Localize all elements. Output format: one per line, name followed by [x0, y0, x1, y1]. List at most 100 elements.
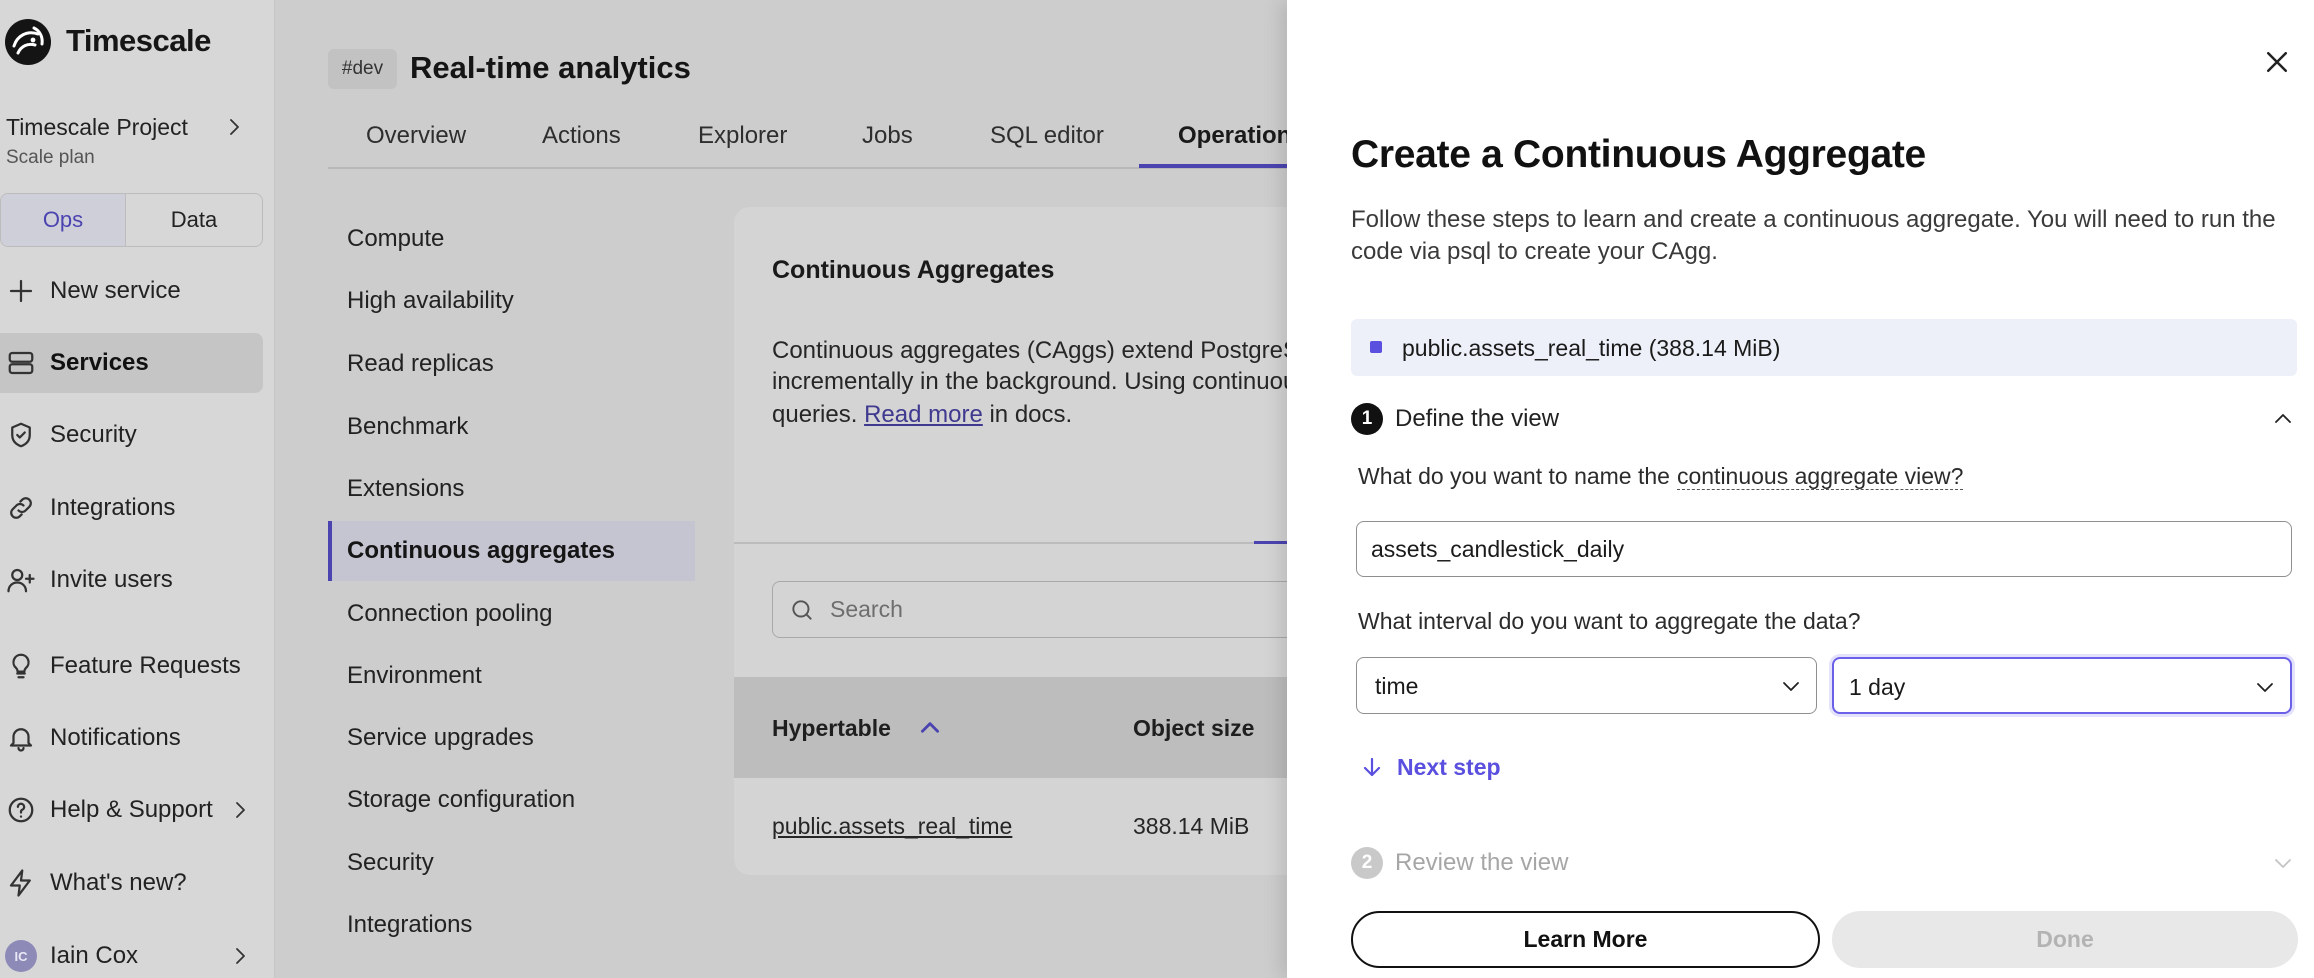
settings-item-benchmark[interactable]: Benchmark [328, 401, 695, 453]
selected-hypertable-chip: public.assets_real_time (388.14 MiB) [1351, 319, 2297, 376]
next-step-label: Next step [1397, 754, 1501, 780]
description-text: in docs. [982, 401, 1073, 428]
hypertable-link[interactable]: public.assets_real_time [772, 810, 1012, 842]
avatar: IC [5, 940, 37, 972]
sidebar-item-label: Integrations [50, 494, 176, 521]
settings-item-read-replicas[interactable]: Read replicas [328, 338, 695, 390]
chevron-up-icon [2271, 407, 2295, 431]
user-plus-icon [6, 565, 36, 595]
lightning-icon [6, 868, 36, 898]
sidebar-item-whats-new[interactable]: What's new? [0, 861, 263, 905]
sidebar-item-label: Notifications [50, 724, 181, 751]
sidebar-item-label: What's new? [50, 869, 187, 896]
read-more-link[interactable]: Read more [864, 401, 983, 428]
sidebar-item-integrations[interactable]: Integrations [0, 486, 263, 530]
card-title: Continuous Aggregates [772, 256, 1055, 284]
time-column-select[interactable]: time [1356, 657, 1817, 714]
name-question-text: What do you want to name the [1358, 463, 1670, 489]
column-header-object-size[interactable]: Object size [1133, 712, 1254, 744]
settings-item-extensions[interactable]: Extensions [328, 463, 695, 515]
toggle-data[interactable]: Data [126, 194, 262, 246]
settings-item-integrations[interactable]: Integrations [328, 899, 695, 951]
arrow-down-icon [1360, 755, 1384, 779]
sidebar-item-notifications[interactable]: Notifications [0, 716, 263, 760]
object-size-cell: 388.14 MiB [1133, 813, 1250, 839]
next-step-button[interactable]: Next step [1358, 748, 1558, 786]
sidebar-item-services[interactable]: Services [0, 333, 263, 393]
help-circle-icon [6, 795, 36, 825]
sidebar-item-label: New service [50, 277, 181, 304]
sidebar-item-help-support[interactable]: Help & Support [0, 788, 263, 832]
view-name-input[interactable] [1356, 521, 2292, 577]
step-label: Review the view [1395, 849, 1569, 876]
name-question: What do you want to name the continuous a… [1358, 460, 1964, 492]
panel-description: Follow these steps to learn and create a… [1351, 206, 2276, 265]
project-switcher[interactable]: Timescale Project Scale plan [0, 108, 263, 174]
chevron-down-icon [2253, 675, 2277, 699]
settings-item-security[interactable]: Security [328, 837, 695, 889]
bell-icon [6, 723, 36, 753]
lightbulb-icon [6, 651, 36, 681]
card-divider [734, 542, 1294, 544]
card-description-line: queries. Read more in docs. [772, 399, 1072, 431]
project-name: Timescale Project [6, 114, 188, 140]
tab-operations[interactable]: Operations [1178, 120, 1305, 152]
settings-item-compute[interactable]: Compute [328, 213, 695, 265]
hypertable-marker [1370, 341, 1382, 353]
sidebar-item-label: Services [50, 349, 149, 376]
step-number: 2 [1351, 847, 1383, 879]
chevron-right-icon [228, 798, 252, 822]
toggle-ops[interactable]: Ops [1, 194, 126, 246]
sidebar-item-label: Help & Support [50, 796, 213, 823]
chevron-right-icon [228, 944, 252, 968]
learn-more-button[interactable]: Learn More [1351, 911, 1820, 968]
sidebar-item-new-service[interactable]: New service [0, 269, 263, 313]
select-value: 1 day [1849, 674, 1906, 700]
tab-explorer[interactable]: Explorer [698, 120, 787, 152]
timescale-logo-icon[interactable] [4, 18, 52, 66]
sidebar-item-label: Security [50, 421, 137, 448]
user-menu[interactable]: IC Iain Cox [0, 934, 263, 978]
settings-item-connection-pooling[interactable]: Connection pooling [328, 588, 695, 640]
interval-select[interactable]: 1 day [1832, 657, 2292, 714]
sidebar-item-security[interactable]: Security [0, 413, 263, 457]
selected-hypertable-label: public.assets_real_time (388.14 MiB) [1402, 335, 1781, 361]
step-define-view[interactable]: 1 Define the view [1351, 395, 2297, 443]
description-text: queries. [772, 401, 865, 428]
plus-icon [6, 276, 36, 306]
sidebar-item-invite-users[interactable]: Invite users [0, 558, 263, 602]
sidebar-item-feature-requests[interactable]: Feature Requests [0, 644, 263, 688]
cagg-view-term-tooltip[interactable]: continuous aggregate view? [1676, 463, 1964, 490]
select-value: time [1375, 673, 1419, 699]
settings-item-continuous-aggregates[interactable]: Continuous aggregates [328, 521, 695, 581]
chevron-right-icon [222, 115, 246, 139]
close-icon[interactable] [2262, 47, 2292, 77]
link-icon [6, 493, 36, 523]
project-plan: Scale plan [6, 147, 95, 168]
chevron-down-icon [2271, 851, 2295, 875]
sort-ascending-icon[interactable] [917, 715, 943, 741]
settings-item-service-upgrades[interactable]: Service upgrades [328, 712, 695, 764]
ops-data-toggle: Ops Data [0, 193, 263, 247]
sidebar: Timescale Timescale Project Scale plan O… [0, 0, 275, 978]
chevron-down-icon [1779, 674, 1803, 698]
search-input[interactable] [830, 582, 1310, 636]
tab-sql-editor[interactable]: SQL editor [990, 120, 1104, 152]
user-name: Iain Cox [50, 942, 139, 969]
active-tab-indicator [1139, 164, 1299, 168]
settings-item-high-availability[interactable]: High availability [328, 275, 695, 327]
brand-name[interactable]: Timescale [66, 21, 211, 61]
done-button[interactable]: Done [1832, 911, 2298, 968]
column-header-hypertable[interactable]: Hypertable [772, 712, 891, 744]
interval-question: What interval do you want to aggregate t… [1358, 608, 1861, 634]
settings-item-storage-configuration[interactable]: Storage configuration [328, 774, 695, 826]
step-label: Define the view [1395, 405, 1560, 432]
page-title: Real-time analytics [410, 50, 691, 85]
settings-item-environment[interactable]: Environment [328, 650, 695, 702]
step-review-view[interactable]: 2 Review the view [1351, 839, 2297, 887]
tab-overview[interactable]: Overview [366, 120, 466, 152]
tab-jobs[interactable]: Jobs [862, 120, 913, 152]
search-icon [789, 597, 815, 623]
tab-actions[interactable]: Actions [542, 120, 621, 152]
create-cagg-panel: Create a Continuous Aggregate Follow the… [1287, 0, 2314, 978]
